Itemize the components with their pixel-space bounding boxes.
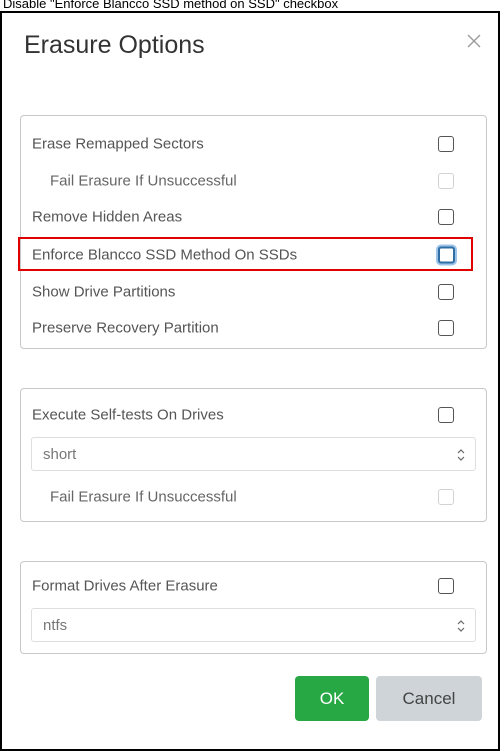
close-icon[interactable] [463, 30, 485, 52]
enforce-blancco-ssd-checkbox[interactable] [438, 246, 455, 264]
option-row-fail-erasure: Fail Erasure If Unsuccessful [21, 166, 486, 196]
instruction-caption: Disable "Enforce Blancco SSD method on S… [3, 0, 339, 11]
execute-self-tests-label: Execute Self-tests On Drives [32, 406, 224, 424]
option-row-remove-hidden-areas: Remove Hidden Areas [21, 202, 486, 232]
dialog-title: Erasure Options [24, 31, 205, 59]
remove-hidden-areas-label: Remove Hidden Areas [32, 208, 183, 226]
fail-erasure-checkbox [438, 173, 454, 189]
option-row-execute-self-tests: Execute Self-tests On Drives [21, 400, 486, 430]
erasure-options-panel: Erase Remapped Sectors Fail Erasure If U… [18, 115, 487, 349]
ok-button[interactable]: OK [295, 676, 369, 721]
enforce-blancco-ssd-label: Enforce Blancco SSD Method On SSDs [32, 246, 298, 264]
self-test-type-select[interactable]: short [31, 437, 476, 471]
format-type-value: ntfs [43, 617, 68, 634]
select-arrows-icon [457, 449, 465, 461]
erase-remapped-sectors-checkbox[interactable] [438, 136, 454, 152]
select-arrows-icon [457, 620, 465, 632]
remove-hidden-areas-checkbox[interactable] [438, 209, 454, 225]
option-row-self-test-fail-erasure: Fail Erasure If Unsuccessful [21, 482, 486, 512]
format-drives-label: Format Drives After Erasure [32, 577, 218, 595]
self-test-type-value: short [43, 446, 77, 463]
self-test-fail-erasure-checkbox [438, 489, 454, 505]
show-drive-partitions-checkbox[interactable] [438, 284, 454, 300]
option-row-preserve-recovery-partition: Preserve Recovery Partition [21, 313, 486, 343]
erase-remapped-sectors-label: Erase Remapped Sectors [32, 135, 204, 153]
option-row-erase-remapped-sectors: Erase Remapped Sectors [21, 129, 486, 159]
format-panel: Format Drives After Erasure ntfs [20, 561, 487, 654]
format-drives-checkbox[interactable] [438, 578, 454, 594]
option-row-enforce-blancco-ssd: Enforce Blancco SSD Method On SSDs [21, 240, 486, 270]
self-test-fail-erasure-label: Fail Erasure If Unsuccessful [50, 488, 237, 506]
self-test-panel: Execute Self-tests On Drives short Fail … [20, 388, 487, 522]
preserve-recovery-partition-label: Preserve Recovery Partition [32, 319, 219, 337]
cancel-button[interactable]: Cancel [376, 676, 482, 721]
option-row-show-drive-partitions: Show Drive Partitions [21, 277, 486, 307]
format-type-select[interactable]: ntfs [31, 608, 476, 642]
option-row-format-drives: Format Drives After Erasure [21, 571, 486, 601]
execute-self-tests-checkbox[interactable] [438, 407, 454, 423]
fail-erasure-label: Fail Erasure If Unsuccessful [50, 172, 237, 190]
preserve-recovery-partition-checkbox[interactable] [438, 320, 454, 336]
show-drive-partitions-label: Show Drive Partitions [32, 283, 176, 301]
